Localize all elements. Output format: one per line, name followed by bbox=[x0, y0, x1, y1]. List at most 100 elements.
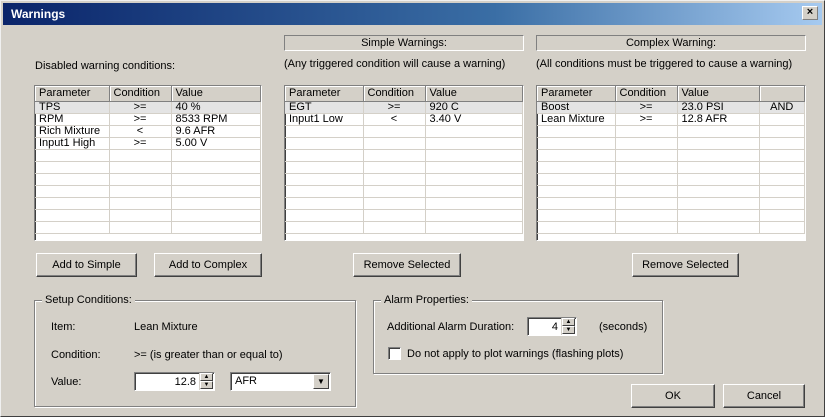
window-title: Warnings bbox=[11, 7, 66, 21]
spin-up-icon[interactable]: ▲ bbox=[200, 373, 213, 381]
value-label: Value: bbox=[51, 376, 82, 388]
setup-conditions-legend: Setup Conditions: bbox=[42, 294, 135, 306]
column-header[interactable]: Parameter bbox=[285, 86, 364, 102]
table-row bbox=[537, 197, 805, 210]
cell: Rich Mixture bbox=[35, 125, 110, 138]
spin-down-icon[interactable]: ▼ bbox=[562, 326, 575, 334]
table-row[interactable]: EGT >= 920 C bbox=[285, 101, 523, 114]
condition-label: Condition: bbox=[51, 349, 101, 361]
remove-selected-complex-button[interactable]: Remove Selected bbox=[632, 253, 739, 277]
empty-cell bbox=[425, 125, 523, 138]
empty-cell bbox=[537, 125, 616, 138]
cell: >= bbox=[363, 101, 426, 114]
column-header[interactable]: Condition bbox=[109, 86, 172, 102]
column-header[interactable]: Parameter bbox=[35, 86, 110, 102]
cell: 23.0 PSI bbox=[677, 101, 760, 114]
cell: Boost bbox=[537, 101, 616, 114]
table-row bbox=[285, 161, 523, 174]
empty-cell bbox=[537, 185, 616, 198]
column-header[interactable]: Value bbox=[677, 86, 760, 102]
column-header[interactable]: Value bbox=[425, 86, 523, 102]
spin-up-icon[interactable]: ▲ bbox=[562, 318, 575, 326]
item-label: Item: bbox=[51, 321, 76, 333]
empty-cell bbox=[363, 137, 426, 150]
table-row bbox=[537, 161, 805, 174]
cell: Input1 High bbox=[35, 137, 110, 150]
empty-cell bbox=[35, 161, 110, 174]
table-row bbox=[285, 125, 523, 138]
empty-cell bbox=[537, 161, 616, 174]
empty-cell bbox=[171, 149, 261, 162]
alarm-duration-spinner[interactable]: ▲ ▼ bbox=[561, 318, 575, 335]
remove-selected-simple-button[interactable]: Remove Selected bbox=[353, 253, 461, 277]
value-spinner[interactable]: ▲ ▼ bbox=[199, 373, 213, 390]
column-header[interactable]: Parameter bbox=[537, 86, 616, 102]
empty-cell bbox=[285, 137, 364, 150]
table-row[interactable]: RPM >= 8533 RPM bbox=[35, 113, 261, 126]
empty-cell bbox=[109, 185, 172, 198]
empty-cell bbox=[109, 209, 172, 222]
cancel-button[interactable]: Cancel bbox=[723, 384, 805, 408]
table-row bbox=[537, 185, 805, 198]
empty-cell bbox=[285, 173, 364, 186]
column-header[interactable]: Condition bbox=[615, 86, 678, 102]
plot-warnings-label[interactable]: Do not apply to plot warnings (flashing … bbox=[407, 348, 623, 360]
empty-cell bbox=[35, 197, 110, 210]
empty-cell bbox=[677, 149, 760, 162]
empty-cell bbox=[363, 221, 426, 234]
close-icon[interactable]: × bbox=[802, 6, 818, 20]
empty-cell bbox=[759, 209, 805, 222]
table-row bbox=[537, 209, 805, 222]
cell bbox=[759, 113, 805, 126]
empty-cell bbox=[285, 197, 364, 210]
empty-cell bbox=[677, 185, 760, 198]
empty-cell bbox=[109, 197, 172, 210]
add-to-complex-button[interactable]: Add to Complex bbox=[154, 253, 262, 277]
unit-select[interactable]: AFR ▼ bbox=[230, 372, 331, 391]
empty-cell bbox=[677, 209, 760, 222]
table-row[interactable]: TPS >= 40 % bbox=[35, 101, 261, 114]
empty-cell bbox=[35, 149, 110, 162]
cell: < bbox=[363, 113, 426, 126]
empty-cell bbox=[425, 161, 523, 174]
cell: 3.40 V bbox=[425, 113, 523, 126]
empty-cell bbox=[537, 209, 616, 222]
disabled-conditions-table[interactable]: Parameter Condition Value TPS >= 40 % RP… bbox=[34, 85, 262, 241]
add-to-simple-button[interactable]: Add to Simple bbox=[36, 253, 137, 277]
empty-cell bbox=[285, 161, 364, 174]
plot-warnings-checkbox[interactable] bbox=[388, 347, 401, 360]
empty-cell bbox=[615, 209, 678, 222]
column-header[interactable] bbox=[759, 86, 805, 102]
table-row[interactable]: Rich Mixture < 9.6 AFR bbox=[35, 125, 261, 138]
empty-cell bbox=[363, 161, 426, 174]
table-row bbox=[35, 221, 261, 234]
table-row[interactable]: Input1 High >= 5.00 V bbox=[35, 137, 261, 150]
cell: 8533 RPM bbox=[171, 113, 261, 126]
complex-warning-table[interactable]: Parameter Condition Value Boost >= 23.0 … bbox=[536, 85, 806, 241]
column-header[interactable]: Condition bbox=[363, 86, 426, 102]
empty-cell bbox=[537, 137, 616, 150]
table-row bbox=[285, 137, 523, 150]
empty-cell bbox=[35, 185, 110, 198]
empty-cell bbox=[759, 137, 805, 150]
empty-cell bbox=[615, 125, 678, 138]
cell: Input1 Low bbox=[285, 113, 364, 126]
table-row[interactable]: Boost >= 23.0 PSI AND bbox=[537, 101, 805, 114]
empty-cell bbox=[615, 197, 678, 210]
simple-warnings-table[interactable]: Parameter Condition Value EGT >= 920 C I… bbox=[284, 85, 524, 241]
chevron-down-icon[interactable]: ▼ bbox=[313, 374, 329, 389]
cell: RPM bbox=[35, 113, 110, 126]
table-row[interactable]: Input1 Low < 3.40 V bbox=[285, 113, 523, 126]
simple-warnings-header: Simple Warnings: bbox=[284, 35, 524, 51]
ok-button[interactable]: OK bbox=[631, 384, 715, 408]
spin-down-icon[interactable]: ▼ bbox=[200, 381, 213, 389]
empty-cell bbox=[363, 125, 426, 138]
empty-cell bbox=[171, 173, 261, 186]
table-row[interactable]: Lean Mixture >= 12.8 AFR bbox=[537, 113, 805, 126]
empty-cell bbox=[537, 173, 616, 186]
table-row bbox=[537, 137, 805, 150]
column-header[interactable]: Value bbox=[171, 86, 261, 102]
empty-cell bbox=[425, 185, 523, 198]
table-row bbox=[285, 197, 523, 210]
cell: < bbox=[109, 125, 172, 138]
